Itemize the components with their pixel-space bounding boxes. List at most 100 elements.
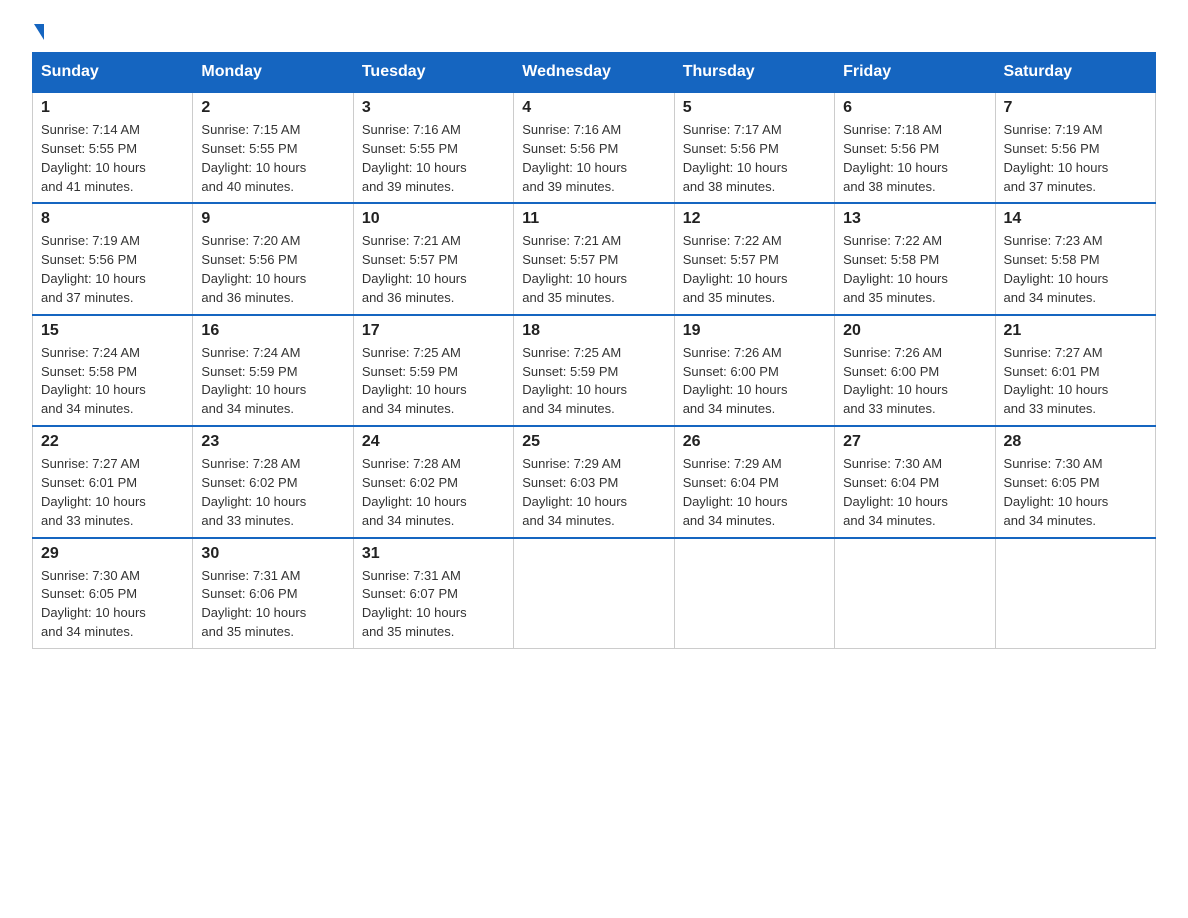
- cell-week3-day2: 17 Sunrise: 7:25 AMSunset: 5:59 PMDayligh…: [353, 315, 513, 426]
- col-wednesday: Wednesday: [514, 53, 674, 93]
- day-info: Sunrise: 7:29 AMSunset: 6:03 PMDaylight:…: [522, 455, 665, 530]
- day-info: Sunrise: 7:25 AMSunset: 5:59 PMDaylight:…: [362, 344, 505, 419]
- page-header: [32, 24, 1156, 40]
- day-info: Sunrise: 7:16 AMSunset: 5:55 PMDaylight:…: [362, 121, 505, 196]
- day-number: 3: [362, 99, 505, 117]
- day-info: Sunrise: 7:14 AMSunset: 5:55 PMDaylight:…: [41, 121, 184, 196]
- day-info: Sunrise: 7:28 AMSunset: 6:02 PMDaylight:…: [201, 455, 344, 530]
- day-number: 2: [201, 99, 344, 117]
- day-info: Sunrise: 7:31 AMSunset: 6:06 PMDaylight:…: [201, 567, 344, 642]
- day-info: Sunrise: 7:19 AMSunset: 5:56 PMDaylight:…: [41, 232, 184, 307]
- day-number: 21: [1004, 322, 1147, 340]
- cell-week5-day3: [514, 538, 674, 649]
- cell-week1-day5: 6 Sunrise: 7:18 AMSunset: 5:56 PMDaylight…: [835, 92, 995, 203]
- week-row-3: 15 Sunrise: 7:24 AMSunset: 5:58 PMDayligh…: [33, 315, 1156, 426]
- cell-week2-day4: 12Sunrise: 7:22 AMSunset: 5:57 PMDayligh…: [674, 203, 834, 314]
- day-info: Sunrise: 7:24 AMSunset: 5:59 PMDaylight:…: [201, 344, 344, 419]
- day-info: Sunrise: 7:28 AMSunset: 6:02 PMDaylight:…: [362, 455, 505, 530]
- cell-week4-day3: 25 Sunrise: 7:29 AMSunset: 6:03 PMDayligh…: [514, 426, 674, 537]
- day-number: 7: [1004, 99, 1147, 117]
- day-number: 9: [201, 210, 344, 228]
- day-info: Sunrise: 7:27 AMSunset: 6:01 PMDaylight:…: [41, 455, 184, 530]
- day-info: Sunrise: 7:22 AMSunset: 5:58 PMDaylight:…: [843, 232, 986, 307]
- cell-week2-day6: 14 Sunrise: 7:23 AMSunset: 5:58 PMDayligh…: [995, 203, 1155, 314]
- day-number: 4: [522, 99, 665, 117]
- day-number: 26: [683, 433, 826, 451]
- day-number: 22: [41, 433, 184, 451]
- cell-week3-day3: 18Sunrise: 7:25 AMSunset: 5:59 PMDayligh…: [514, 315, 674, 426]
- day-number: 20: [843, 322, 986, 340]
- day-info: Sunrise: 7:30 AMSunset: 6:05 PMDaylight:…: [41, 567, 184, 642]
- day-number: 29: [41, 545, 184, 563]
- day-number: 28: [1004, 433, 1147, 451]
- cell-week1-day2: 3 Sunrise: 7:16 AMSunset: 5:55 PMDaylight…: [353, 92, 513, 203]
- cell-week5-day6: [995, 538, 1155, 649]
- day-number: 14: [1004, 210, 1147, 228]
- day-number: 11: [522, 210, 665, 228]
- cell-week5-day4: [674, 538, 834, 649]
- day-info: Sunrise: 7:29 AMSunset: 6:04 PMDaylight:…: [683, 455, 826, 530]
- cell-week1-day1: 2 Sunrise: 7:15 AMSunset: 5:55 PMDaylight…: [193, 92, 353, 203]
- col-friday: Friday: [835, 53, 995, 93]
- day-info: Sunrise: 7:25 AMSunset: 5:59 PMDaylight:…: [522, 344, 665, 419]
- day-info: Sunrise: 7:24 AMSunset: 5:58 PMDaylight:…: [41, 344, 184, 419]
- cell-week2-day2: 10 Sunrise: 7:21 AMSunset: 5:57 PMDayligh…: [353, 203, 513, 314]
- cell-week4-day6: 28Sunrise: 7:30 AMSunset: 6:05 PMDayligh…: [995, 426, 1155, 537]
- day-number: 8: [41, 210, 184, 228]
- day-number: 10: [362, 210, 505, 228]
- week-row-4: 22 Sunrise: 7:27 AMSunset: 6:01 PMDayligh…: [33, 426, 1156, 537]
- day-number: 13: [843, 210, 986, 228]
- day-number: 27: [843, 433, 986, 451]
- day-number: 17: [362, 322, 505, 340]
- cell-week2-day1: 9 Sunrise: 7:20 AMSunset: 5:56 PMDaylight…: [193, 203, 353, 314]
- day-info: Sunrise: 7:31 AMSunset: 6:07 PMDaylight:…: [362, 567, 505, 642]
- cell-week4-day0: 22 Sunrise: 7:27 AMSunset: 6:01 PMDayligh…: [33, 426, 193, 537]
- day-info: Sunrise: 7:17 AMSunset: 5:56 PMDaylight:…: [683, 121, 826, 196]
- cell-week3-day4: 19 Sunrise: 7:26 AMSunset: 6:00 PMDayligh…: [674, 315, 834, 426]
- day-info: Sunrise: 7:15 AMSunset: 5:55 PMDaylight:…: [201, 121, 344, 196]
- cell-week3-day0: 15 Sunrise: 7:24 AMSunset: 5:58 PMDayligh…: [33, 315, 193, 426]
- cell-week1-day6: 7 Sunrise: 7:19 AMSunset: 5:56 PMDaylight…: [995, 92, 1155, 203]
- cell-week4-day2: 24Sunrise: 7:28 AMSunset: 6:02 PMDayligh…: [353, 426, 513, 537]
- cell-week4-day1: 23 Sunrise: 7:28 AMSunset: 6:02 PMDayligh…: [193, 426, 353, 537]
- day-number: 6: [843, 99, 986, 117]
- header-row: Sunday Monday Tuesday Wednesday Thursday…: [33, 53, 1156, 93]
- cell-week4-day5: 27 Sunrise: 7:30 AMSunset: 6:04 PMDayligh…: [835, 426, 995, 537]
- week-row-2: 8 Sunrise: 7:19 AMSunset: 5:56 PMDaylight…: [33, 203, 1156, 314]
- day-number: 25: [522, 433, 665, 451]
- cell-week3-day5: 20 Sunrise: 7:26 AMSunset: 6:00 PMDayligh…: [835, 315, 995, 426]
- cell-week2-day3: 11Sunrise: 7:21 AMSunset: 5:57 PMDayligh…: [514, 203, 674, 314]
- day-number: 31: [362, 545, 505, 563]
- cell-week1-day3: 4 Sunrise: 7:16 AMSunset: 5:56 PMDaylight…: [514, 92, 674, 203]
- day-info: Sunrise: 7:26 AMSunset: 6:00 PMDaylight:…: [843, 344, 986, 419]
- day-number: 19: [683, 322, 826, 340]
- logo: [32, 24, 44, 40]
- day-number: 12: [683, 210, 826, 228]
- day-number: 15: [41, 322, 184, 340]
- week-row-1: 1Sunrise: 7:14 AMSunset: 5:55 PMDaylight…: [33, 92, 1156, 203]
- cell-week2-day5: 13 Sunrise: 7:22 AMSunset: 5:58 PMDayligh…: [835, 203, 995, 314]
- day-info: Sunrise: 7:21 AMSunset: 5:57 PMDaylight:…: [362, 232, 505, 307]
- col-saturday: Saturday: [995, 53, 1155, 93]
- logo-triangle-icon: [34, 24, 44, 40]
- cell-week1-day4: 5Sunrise: 7:17 AMSunset: 5:56 PMDaylight…: [674, 92, 834, 203]
- day-info: Sunrise: 7:30 AMSunset: 6:04 PMDaylight:…: [843, 455, 986, 530]
- day-info: Sunrise: 7:23 AMSunset: 5:58 PMDaylight:…: [1004, 232, 1147, 307]
- day-info: Sunrise: 7:18 AMSunset: 5:56 PMDaylight:…: [843, 121, 986, 196]
- day-info: Sunrise: 7:20 AMSunset: 5:56 PMDaylight:…: [201, 232, 344, 307]
- day-number: 16: [201, 322, 344, 340]
- day-info: Sunrise: 7:16 AMSunset: 5:56 PMDaylight:…: [522, 121, 665, 196]
- cell-week5-day2: 31 Sunrise: 7:31 AMSunset: 6:07 PMDayligh…: [353, 538, 513, 649]
- day-number: 23: [201, 433, 344, 451]
- cell-week4-day4: 26 Sunrise: 7:29 AMSunset: 6:04 PMDayligh…: [674, 426, 834, 537]
- cell-week5-day0: 29 Sunrise: 7:30 AMSunset: 6:05 PMDayligh…: [33, 538, 193, 649]
- day-info: Sunrise: 7:27 AMSunset: 6:01 PMDaylight:…: [1004, 344, 1147, 419]
- cell-week2-day0: 8 Sunrise: 7:19 AMSunset: 5:56 PMDaylight…: [33, 203, 193, 314]
- calendar-table: Sunday Monday Tuesday Wednesday Thursday…: [32, 52, 1156, 649]
- cell-week3-day1: 16 Sunrise: 7:24 AMSunset: 5:59 PMDayligh…: [193, 315, 353, 426]
- day-info: Sunrise: 7:26 AMSunset: 6:00 PMDaylight:…: [683, 344, 826, 419]
- cell-week5-day1: 30Sunrise: 7:31 AMSunset: 6:06 PMDayligh…: [193, 538, 353, 649]
- col-thursday: Thursday: [674, 53, 834, 93]
- day-info: Sunrise: 7:19 AMSunset: 5:56 PMDaylight:…: [1004, 121, 1147, 196]
- week-row-5: 29 Sunrise: 7:30 AMSunset: 6:05 PMDayligh…: [33, 538, 1156, 649]
